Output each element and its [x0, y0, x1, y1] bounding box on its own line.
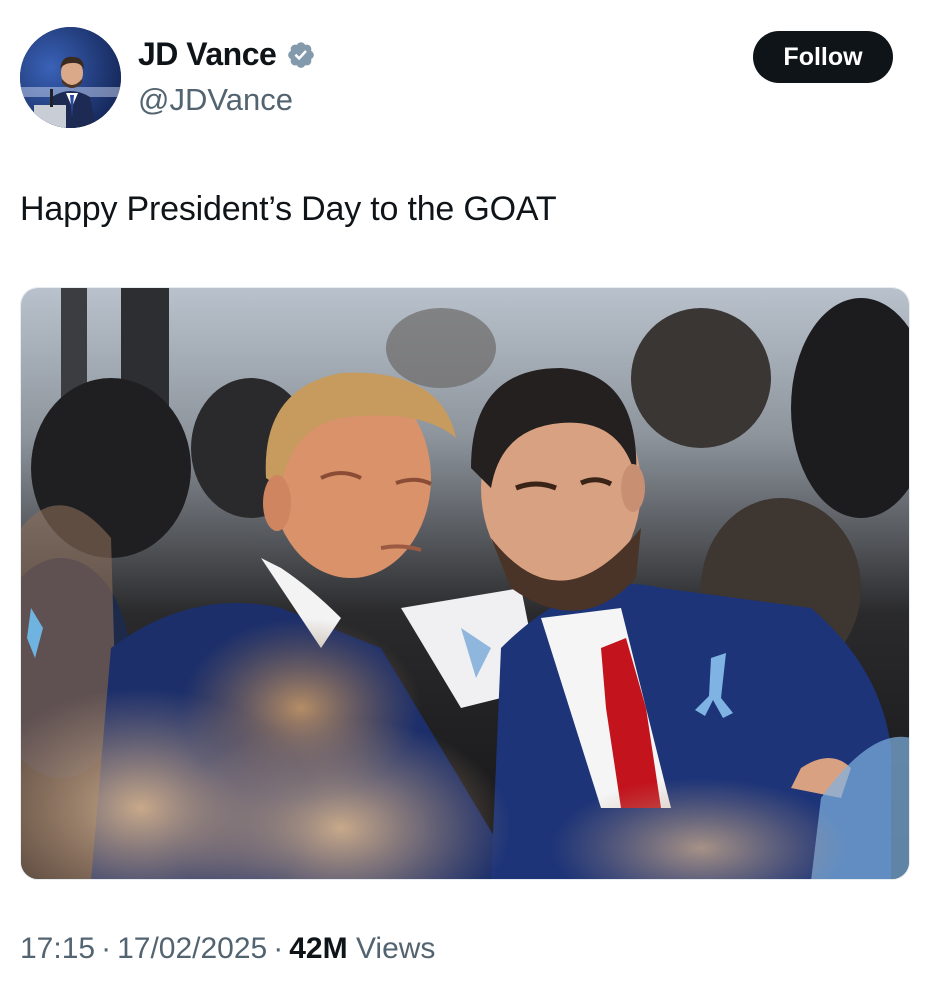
follow-button[interactable]: Follow [753, 31, 893, 83]
tweet-photo[interactable] [20, 287, 910, 880]
views-label: Views [355, 932, 436, 965]
tweet-photo-image [21, 288, 909, 879]
avatar-image [20, 27, 121, 128]
author-avatar[interactable] [20, 27, 121, 128]
views-count: 42M [289, 932, 348, 965]
tweet-text: Happy President’s Day to the GOAT [20, 190, 557, 228]
meta-separator: · [273, 932, 284, 965]
tweet-meta: 17:15 · 17/02/2025 · 42M Views [20, 932, 435, 966]
author-name-row[interactable]: JD Vance [138, 36, 316, 73]
author-display-name[interactable]: JD Vance [138, 36, 277, 73]
meta-separator: · [101, 932, 112, 965]
tweet-time[interactable]: 17:15 [20, 932, 95, 965]
tweet-date[interactable]: 17/02/2025 [117, 932, 267, 965]
verified-badge-icon [286, 40, 316, 70]
author-handle[interactable]: @JDVance [138, 82, 293, 118]
